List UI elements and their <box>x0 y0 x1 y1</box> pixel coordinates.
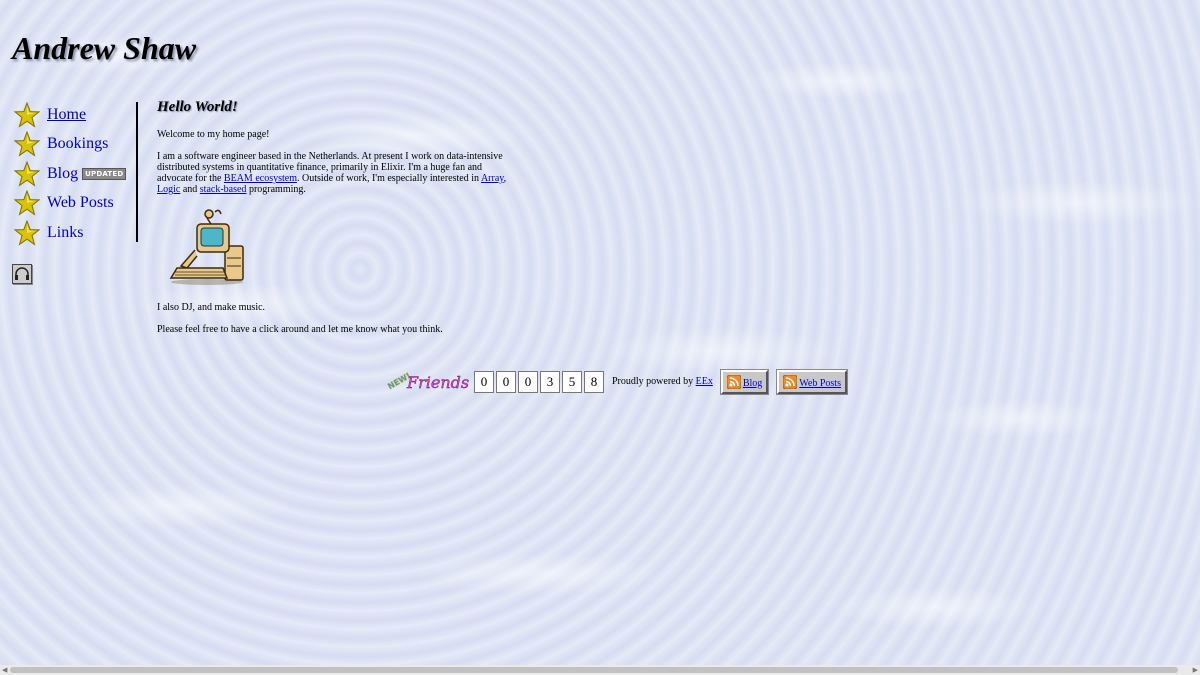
nav-item-bookings[interactable]: Bookings <box>14 130 137 160</box>
footer: NEW! Friends 0 0 0 3 5 8 Proudly powered… <box>385 368 854 395</box>
eex-link[interactable]: EEx <box>696 376 713 387</box>
counter-digit: 5 <box>562 370 582 393</box>
bio-text: programming. <box>246 184 306 195</box>
beam-ecosystem-link[interactable]: BEAM ecosystem <box>224 173 297 184</box>
nav-item-home[interactable]: Home <box>14 100 137 130</box>
nav-divider <box>136 102 138 242</box>
scrollbar-thumb[interactable] <box>10 667 1178 673</box>
welcome-text: Welcome to my home page! <box>157 129 270 140</box>
nav-link-bookings[interactable]: Bookings <box>47 135 108 153</box>
blog-rss-label: Blog <box>742 377 763 389</box>
nav-link-home[interactable]: Home <box>47 106 86 124</box>
bio-text: and <box>180 184 200 195</box>
rss-icon <box>726 374 741 389</box>
star-icon <box>14 101 40 128</box>
counter-digit: 8 <box>584 370 604 393</box>
nav-item-blog[interactable]: Blog UPDATED <box>14 159 137 189</box>
web-posts-rss-button[interactable]: Web Posts <box>776 368 848 395</box>
nav-link-blog[interactable]: Blog <box>47 165 78 183</box>
counter-digit: 0 <box>518 370 538 393</box>
star-icon <box>14 219 40 246</box>
logic-link[interactable]: Logic <box>157 184 180 195</box>
nav-item-links[interactable]: Links <box>14 218 137 248</box>
friends-badge[interactable]: NEW! Friends <box>385 369 470 395</box>
site-title: Andrew Shaw <box>12 30 197 66</box>
powered-by-text: Proudly powered by EEx <box>612 376 713 387</box>
scroll-left-icon[interactable]: ◀ <box>2 666 7 674</box>
invite-text: Please feel free to have a click around … <box>157 324 443 335</box>
sidebar-nav: Home Bookings Blog UPDATED Web Posts Lin… <box>14 100 137 248</box>
visitor-counter: 0 0 0 3 5 8 <box>474 370 604 393</box>
scroll-right-icon[interactable]: ▶ <box>1193 666 1198 674</box>
dj-text: I also DJ, and make music. <box>157 302 266 313</box>
rss-icon <box>783 374 798 389</box>
content-heading: Hello World! <box>157 99 238 115</box>
web-posts-rss-label: Web Posts <box>799 377 841 389</box>
computer-clipart <box>169 209 244 285</box>
bio-paragraph: I am a software engineer based in the Ne… <box>157 151 512 195</box>
star-icon <box>14 190 40 216</box>
array-link[interactable]: Array <box>481 173 504 184</box>
counter-digit: 3 <box>540 370 560 393</box>
bio-text: . Outside of work, I'm especially intere… <box>296 173 481 184</box>
blog-rss-button[interactable]: Blog <box>719 368 770 395</box>
headphones-icon[interactable] <box>12 264 32 284</box>
counter-digit: 0 <box>474 370 494 393</box>
counter-digit: 0 <box>496 370 516 393</box>
friends-badge-text: Friends <box>406 373 469 392</box>
powered-label: Proudly powered by <box>612 376 696 387</box>
stack-based-link[interactable]: stack-based <box>200 184 247 195</box>
updated-badge: UPDATED <box>82 167 127 180</box>
nav-link-web-posts[interactable]: Web Posts <box>47 194 114 212</box>
star-icon <box>14 160 40 187</box>
horizontal-scrollbar[interactable]: ◀ ▶ <box>0 665 1200 675</box>
star-icon <box>14 131 40 157</box>
main-content: Hello World! Welcome to my home page! I … <box>157 98 512 346</box>
nav-link-links[interactable]: Links <box>47 224 83 242</box>
nav-item-web-posts[interactable]: Web Posts <box>14 189 137 219</box>
bio-text: , <box>503 173 507 184</box>
